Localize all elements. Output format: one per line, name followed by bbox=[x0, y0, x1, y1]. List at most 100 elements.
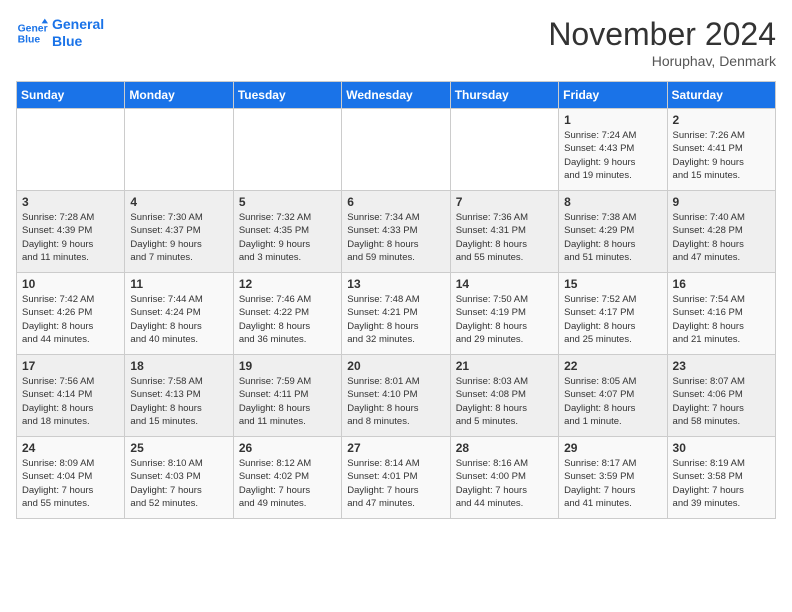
calendar-cell: 6 Sunrise: 7:34 AM Sunset: 4:33 PM Daylig… bbox=[342, 191, 450, 273]
col-header-saturday: Saturday bbox=[667, 82, 775, 109]
day-info: Sunrise: 8:05 AM Sunset: 4:07 PM Dayligh… bbox=[564, 375, 661, 428]
day-number: 24 bbox=[22, 441, 119, 455]
day-number: 29 bbox=[564, 441, 661, 455]
day-info: Sunrise: 7:52 AM Sunset: 4:17 PM Dayligh… bbox=[564, 293, 661, 346]
day-number: 14 bbox=[456, 277, 553, 291]
day-number: 17 bbox=[22, 359, 119, 373]
day-info: Sunrise: 7:58 AM Sunset: 4:13 PM Dayligh… bbox=[130, 375, 227, 428]
day-info: Sunrise: 7:32 AM Sunset: 4:35 PM Dayligh… bbox=[239, 211, 336, 264]
calendar-cell: 15 Sunrise: 7:52 AM Sunset: 4:17 PM Dayli… bbox=[559, 273, 667, 355]
day-number: 22 bbox=[564, 359, 661, 373]
day-number: 4 bbox=[130, 195, 227, 209]
calendar-cell: 5Sunrise: 7:32 AM Sunset: 4:35 PM Daylig… bbox=[233, 191, 341, 273]
col-header-tuesday: Tuesday bbox=[233, 82, 341, 109]
calendar-cell bbox=[125, 109, 233, 191]
day-info: Sunrise: 7:34 AM Sunset: 4:33 PM Dayligh… bbox=[347, 211, 444, 264]
day-info: Sunrise: 8:19 AM Sunset: 3:58 PM Dayligh… bbox=[673, 457, 770, 510]
logo-text-blue: Blue bbox=[52, 33, 104, 50]
calendar-cell: 22 Sunrise: 8:05 AM Sunset: 4:07 PM Dayli… bbox=[559, 355, 667, 437]
col-header-thursday: Thursday bbox=[450, 82, 558, 109]
calendar-table: SundayMondayTuesdayWednesdayThursdayFrid… bbox=[16, 81, 776, 519]
day-number: 1 bbox=[564, 113, 661, 127]
day-info: Sunrise: 7:42 AM Sunset: 4:26 PM Dayligh… bbox=[22, 293, 119, 346]
calendar-subtitle: Horuphav, Denmark bbox=[548, 53, 776, 69]
calendar-cell: 8 Sunrise: 7:38 AM Sunset: 4:29 PM Daylig… bbox=[559, 191, 667, 273]
day-number: 19 bbox=[239, 359, 336, 373]
week-row-3: 10 Sunrise: 7:42 AM Sunset: 4:26 PM Dayli… bbox=[17, 273, 776, 355]
day-info: Sunrise: 8:14 AM Sunset: 4:01 PM Dayligh… bbox=[347, 457, 444, 510]
day-number: 21 bbox=[456, 359, 553, 373]
day-number: 18 bbox=[130, 359, 227, 373]
day-number: 8 bbox=[564, 195, 661, 209]
day-info: Sunrise: 7:40 AM Sunset: 4:28 PM Dayligh… bbox=[673, 211, 770, 264]
day-number: 28 bbox=[456, 441, 553, 455]
calendar-cell: 25Sunrise: 8:10 AM Sunset: 4:03 PM Dayli… bbox=[125, 437, 233, 519]
day-number: 2 bbox=[673, 113, 770, 127]
day-info: Sunrise: 8:03 AM Sunset: 4:08 PM Dayligh… bbox=[456, 375, 553, 428]
calendar-cell: 19 Sunrise: 7:59 AM Sunset: 4:11 PM Dayli… bbox=[233, 355, 341, 437]
svg-text:Blue: Blue bbox=[18, 34, 41, 45]
svg-text:General: General bbox=[18, 23, 48, 34]
week-row-4: 17 Sunrise: 7:56 AM Sunset: 4:14 PM Dayli… bbox=[17, 355, 776, 437]
logo: General Blue General Blue bbox=[16, 16, 104, 50]
day-info: Sunrise: 7:48 AM Sunset: 4:21 PM Dayligh… bbox=[347, 293, 444, 346]
calendar-cell: 23 Sunrise: 8:07 AM Sunset: 4:06 PM Dayli… bbox=[667, 355, 775, 437]
day-number: 3 bbox=[22, 195, 119, 209]
day-info: Sunrise: 8:17 AM Sunset: 3:59 PM Dayligh… bbox=[564, 457, 661, 510]
day-info: Sunrise: 7:28 AM Sunset: 4:39 PM Dayligh… bbox=[22, 211, 119, 264]
calendar-header-row: SundayMondayTuesdayWednesdayThursdayFrid… bbox=[17, 82, 776, 109]
calendar-cell: 16Sunrise: 7:54 AM Sunset: 4:16 PM Dayli… bbox=[667, 273, 775, 355]
calendar-cell bbox=[450, 109, 558, 191]
logo-text-general: General bbox=[52, 16, 104, 33]
col-header-sunday: Sunday bbox=[17, 82, 125, 109]
calendar-cell: 4 Sunrise: 7:30 AM Sunset: 4:37 PM Daylig… bbox=[125, 191, 233, 273]
calendar-cell: 27 Sunrise: 8:14 AM Sunset: 4:01 PM Dayli… bbox=[342, 437, 450, 519]
day-info: Sunrise: 8:07 AM Sunset: 4:06 PM Dayligh… bbox=[673, 375, 770, 428]
calendar-title: November 2024 bbox=[548, 16, 776, 53]
day-info: Sunrise: 8:01 AM Sunset: 4:10 PM Dayligh… bbox=[347, 375, 444, 428]
calendar-cell: 21 Sunrise: 8:03 AM Sunset: 4:08 PM Dayli… bbox=[450, 355, 558, 437]
day-number: 11 bbox=[130, 277, 227, 291]
day-info: Sunrise: 7:44 AM Sunset: 4:24 PM Dayligh… bbox=[130, 293, 227, 346]
page-header: General Blue General Blue November 2024 … bbox=[16, 16, 776, 69]
day-number: 7 bbox=[456, 195, 553, 209]
day-info: Sunrise: 8:12 AM Sunset: 4:02 PM Dayligh… bbox=[239, 457, 336, 510]
day-number: 30 bbox=[673, 441, 770, 455]
day-number: 6 bbox=[347, 195, 444, 209]
day-info: Sunrise: 8:10 AM Sunset: 4:03 PM Dayligh… bbox=[130, 457, 227, 510]
calendar-cell: 29 Sunrise: 8:17 AM Sunset: 3:59 PM Dayli… bbox=[559, 437, 667, 519]
day-number: 10 bbox=[22, 277, 119, 291]
day-number: 12 bbox=[239, 277, 336, 291]
day-info: Sunrise: 7:56 AM Sunset: 4:14 PM Dayligh… bbox=[22, 375, 119, 428]
day-info: Sunrise: 7:24 AM Sunset: 4:43 PM Dayligh… bbox=[564, 129, 661, 182]
calendar-cell: 18 Sunrise: 7:58 AM Sunset: 4:13 PM Dayli… bbox=[125, 355, 233, 437]
day-info: Sunrise: 7:30 AM Sunset: 4:37 PM Dayligh… bbox=[130, 211, 227, 264]
week-row-1: 1 Sunrise: 7:24 AM Sunset: 4:43 PM Daylig… bbox=[17, 109, 776, 191]
week-row-5: 24Sunrise: 8:09 AM Sunset: 4:04 PM Dayli… bbox=[17, 437, 776, 519]
calendar-cell: 17 Sunrise: 7:56 AM Sunset: 4:14 PM Dayli… bbox=[17, 355, 125, 437]
day-number: 9 bbox=[673, 195, 770, 209]
title-block: November 2024 Horuphav, Denmark bbox=[548, 16, 776, 69]
logo-icon: General Blue bbox=[16, 17, 48, 49]
day-info: Sunrise: 7:36 AM Sunset: 4:31 PM Dayligh… bbox=[456, 211, 553, 264]
calendar-cell: 11 Sunrise: 7:44 AM Sunset: 4:24 PM Dayli… bbox=[125, 273, 233, 355]
day-info: Sunrise: 7:46 AM Sunset: 4:22 PM Dayligh… bbox=[239, 293, 336, 346]
calendar-cell bbox=[233, 109, 341, 191]
day-number: 27 bbox=[347, 441, 444, 455]
calendar-cell: 24Sunrise: 8:09 AM Sunset: 4:04 PM Dayli… bbox=[17, 437, 125, 519]
calendar-cell: 1 Sunrise: 7:24 AM Sunset: 4:43 PM Daylig… bbox=[559, 109, 667, 191]
calendar-cell: 2Sunrise: 7:26 AM Sunset: 4:41 PM Daylig… bbox=[667, 109, 775, 191]
day-number: 23 bbox=[673, 359, 770, 373]
calendar-cell: 13Sunrise: 7:48 AM Sunset: 4:21 PM Dayli… bbox=[342, 273, 450, 355]
week-row-2: 3 Sunrise: 7:28 AM Sunset: 4:39 PM Daylig… bbox=[17, 191, 776, 273]
day-info: Sunrise: 7:38 AM Sunset: 4:29 PM Dayligh… bbox=[564, 211, 661, 264]
calendar-cell: 26 Sunrise: 8:12 AM Sunset: 4:02 PM Dayli… bbox=[233, 437, 341, 519]
calendar-cell: 3 Sunrise: 7:28 AM Sunset: 4:39 PM Daylig… bbox=[17, 191, 125, 273]
day-number: 26 bbox=[239, 441, 336, 455]
col-header-monday: Monday bbox=[125, 82, 233, 109]
col-header-friday: Friday bbox=[559, 82, 667, 109]
day-info: Sunrise: 7:59 AM Sunset: 4:11 PM Dayligh… bbox=[239, 375, 336, 428]
day-number: 15 bbox=[564, 277, 661, 291]
day-info: Sunrise: 7:54 AM Sunset: 4:16 PM Dayligh… bbox=[673, 293, 770, 346]
calendar-cell bbox=[17, 109, 125, 191]
